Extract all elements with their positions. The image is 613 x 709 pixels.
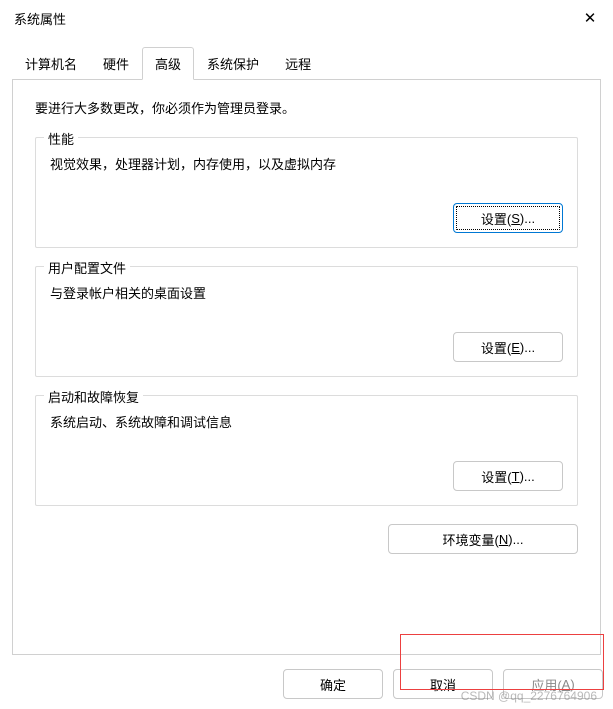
titlebar: 系统属性 ✕ — [0, 0, 613, 36]
ok-button[interactable]: 确定 — [283, 669, 383, 699]
performance-group: 性能 视觉效果，处理器计划，内存使用，以及虚拟内存 设置(S)... — [35, 137, 578, 248]
tab-computer-name[interactable]: 计算机名 — [12, 47, 90, 80]
startup-recovery-desc: 系统启动、系统故障和调试信息 — [50, 412, 563, 431]
performance-settings-button[interactable]: 设置(S)... — [453, 203, 563, 233]
window-title: 系统属性 — [14, 9, 66, 28]
tab-system-protection[interactable]: 系统保护 — [194, 47, 272, 80]
tab-advanced[interactable]: 高级 — [142, 47, 194, 80]
startup-recovery-settings-button[interactable]: 设置(T)... — [453, 461, 563, 491]
startup-recovery-group: 启动和故障恢复 系统启动、系统故障和调试信息 设置(T)... — [35, 395, 578, 506]
user-profiles-group: 用户配置文件 与登录帐户相关的桌面设置 设置(E)... — [35, 266, 578, 377]
performance-legend: 性能 — [44, 129, 78, 148]
apply-button[interactable]: 应用(A) — [503, 669, 603, 699]
system-properties-window: 系统属性 ✕ 计算机名 硬件 高级 系统保护 远程 要进行大多数更改，你必须作为… — [0, 0, 613, 707]
tab-content-advanced: 要进行大多数更改，你必须作为管理员登录。 性能 视觉效果，处理器计划，内存使用，… — [12, 79, 601, 655]
dialog-footer: 确定 取消 应用(A) — [0, 655, 613, 709]
environment-variables-button[interactable]: 环境变量(N)... — [388, 524, 578, 554]
user-profiles-desc: 与登录帐户相关的桌面设置 — [50, 283, 563, 302]
admin-notice-text: 要进行大多数更改，你必须作为管理员登录。 — [35, 98, 578, 117]
user-profiles-settings-button[interactable]: 设置(E)... — [453, 332, 563, 362]
close-button[interactable]: ✕ — [567, 0, 613, 36]
tab-strip: 计算机名 硬件 高级 系统保护 远程 — [12, 46, 601, 79]
tab-hardware[interactable]: 硬件 — [90, 47, 142, 80]
tab-remote[interactable]: 远程 — [272, 47, 324, 80]
performance-desc: 视觉效果，处理器计划，内存使用，以及虚拟内存 — [50, 154, 563, 173]
startup-recovery-legend: 启动和故障恢复 — [44, 387, 143, 406]
close-icon: ✕ — [584, 9, 597, 27]
cancel-button[interactable]: 取消 — [393, 669, 493, 699]
user-profiles-legend: 用户配置文件 — [44, 258, 130, 277]
tab-area: 计算机名 硬件 高级 系统保护 远程 要进行大多数更改，你必须作为管理员登录。 … — [0, 36, 613, 655]
